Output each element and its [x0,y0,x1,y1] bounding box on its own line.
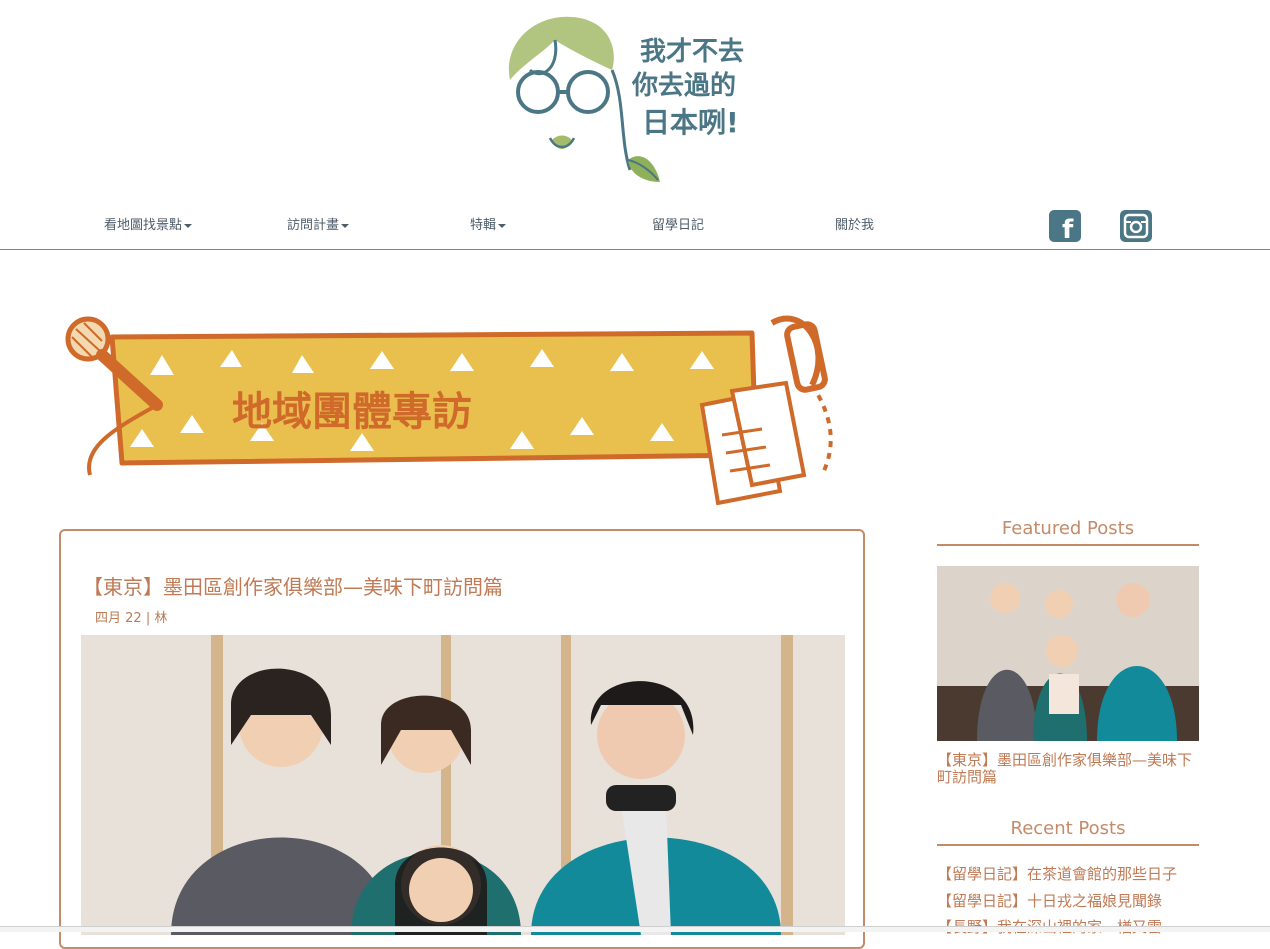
recent-post-link[interactable]: 【留學日記】在茶道會館的那些日子 [937,866,1199,883]
post-date: 四月 22 [95,611,142,626]
caret-down-icon [341,223,350,228]
nav-item-label: 特輯 [470,218,497,233]
nav-item-label: 關於我 [835,218,875,233]
post-title[interactable]: 【東京】墨田區創作家俱樂部—美味下町訪問篇 [83,571,503,600]
nav-item-diary[interactable]: 留學日記 [652,214,704,233]
site-logo[interactable]: 我才不去 你去過的 日本咧! [500,10,762,190]
featured-post-link[interactable]: 【東京】墨田區創作家俱樂部—美味下町訪問篇 [937,752,1199,786]
caret-down-icon [498,223,507,228]
nav-item-label: 留學日記 [652,218,705,233]
site-header: 我才不去 你去過的 日本咧! [0,0,1270,200]
logo-illustration: 我才不去 你去過的 日本咧! [508,16,744,182]
banner-illustration: 地域團體專訪 [65,315,833,506]
nav-item-interview[interactable]: 訪問計畫 [287,214,350,233]
main-nav: 看地圖找景點 訪問計畫 特輯 留學日記 關於我 f [0,200,1270,250]
facebook-glyph: f [1062,215,1074,242]
logo-text-1: 我才不去 [640,37,744,67]
post-card: 【東京】墨田區創作家俱樂部—美味下町訪問篇 四月 22 | 林 [59,529,865,949]
logo-text-2: 你去過的 [631,70,736,101]
nav-item-features[interactable]: 特輯 [470,214,507,233]
horizontal-scrollbar[interactable] [0,926,1270,932]
group-photo [81,635,845,935]
post-photo[interactable] [81,635,845,935]
logo-text-3: 日本咧! [642,106,739,139]
featured-posts-heading: Featured Posts [937,518,1199,546]
featured-photo [937,566,1199,741]
caret-down-icon [184,223,193,228]
nav-item-label: 訪問計畫 [287,218,340,233]
meta-separator: | [145,611,151,626]
recent-posts-heading: Recent Posts [937,818,1199,846]
nav-item-about[interactable]: 關於我 [835,214,874,233]
nav-item-map[interactable]: 看地圖找景點 [104,214,193,233]
banner-title: 地域團體專訪 [232,389,472,435]
instagram-icon[interactable] [1120,210,1152,242]
post-author[interactable]: 林 [154,611,167,626]
featured-post-thumbnail[interactable] [937,566,1199,741]
category-banner: 地域團體專訪 [62,305,842,506]
nav-item-label: 看地圖找景點 [104,218,183,233]
post-meta: 四月 22 | 林 [95,607,167,626]
facebook-icon[interactable]: f [1049,210,1081,245]
recent-post-link[interactable]: 【留學日記】十日戎之福娘見聞錄 [937,893,1199,910]
